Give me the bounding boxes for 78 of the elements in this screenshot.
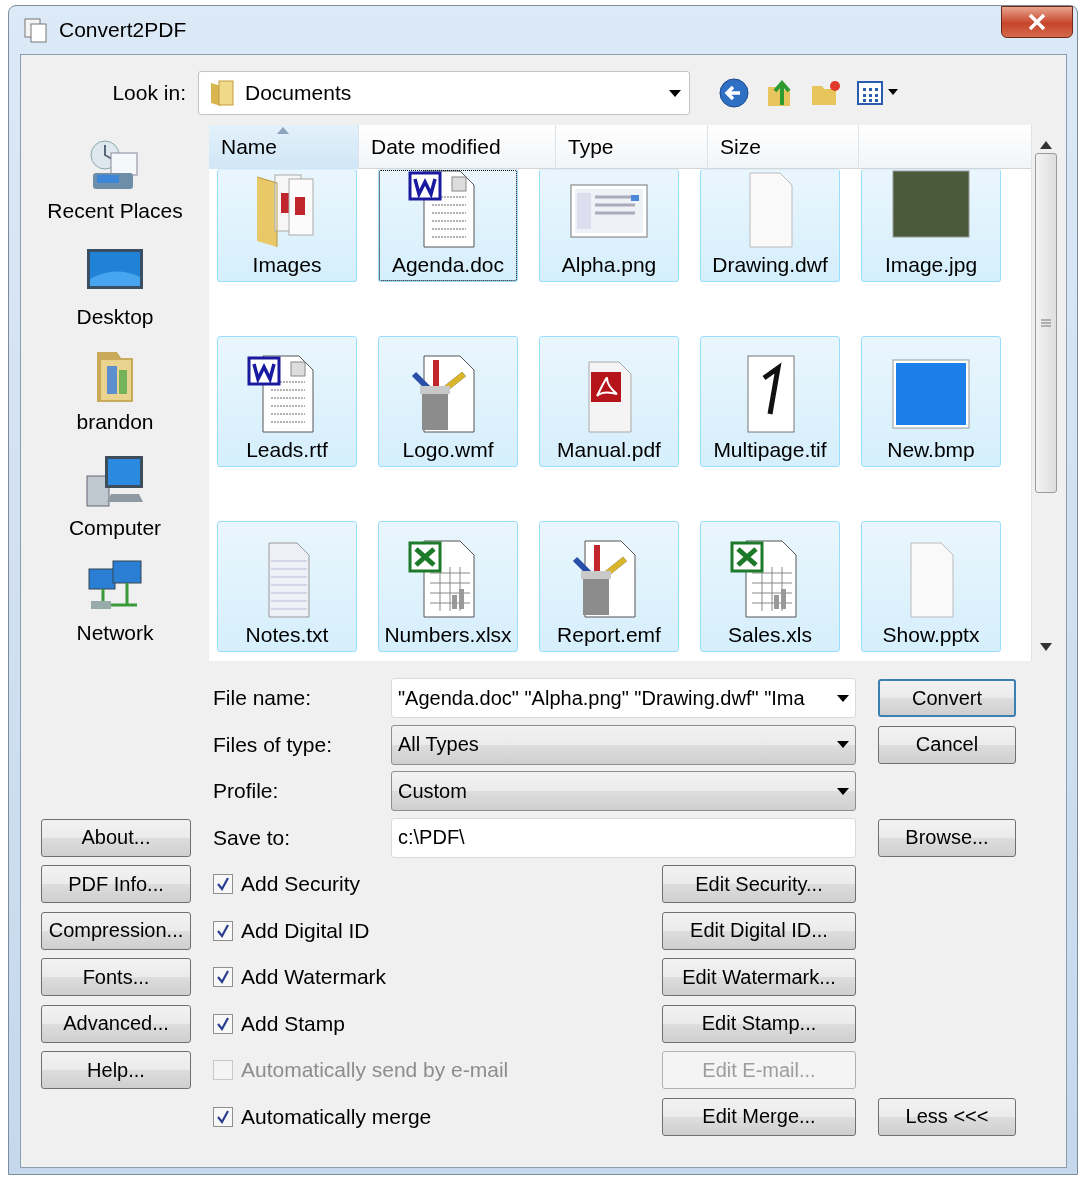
file-tile[interactable]: Alpha.png	[539, 169, 679, 282]
text-field[interactable]: c:\PDF\	[391, 817, 856, 858]
field-label: File name:	[213, 686, 313, 711]
file-tile[interactable]: Logo.wmf	[378, 336, 518, 467]
file-tile[interactable]: Multipage.tif	[700, 336, 840, 467]
checkbox[interactable]	[213, 920, 233, 941]
dropdown-field[interactable]: Custom	[391, 771, 856, 812]
side-button[interactable]: Advanced...	[41, 1004, 191, 1043]
checkbox[interactable]	[213, 874, 233, 895]
scroll-up-arrow-icon	[1039, 141, 1052, 149]
checkbox-label: Automatically merge	[241, 1104, 433, 1129]
check-icon	[216, 970, 230, 985]
check-icon	[216, 877, 230, 892]
place-shortcut[interactable]: Desktop	[72, 238, 158, 345]
dropdown-field[interactable]: All Types	[391, 724, 856, 765]
checkbox-label: Automatically send by e-mail	[241, 1058, 510, 1083]
combo-field[interactable]: "Agenda.doc" "Alpha.png" "Drawing.dwf" "Ima	[391, 678, 856, 719]
file-tile[interactable]: Manual.pdf	[539, 336, 679, 467]
dropdown-arrow-icon	[669, 89, 681, 97]
dropdown-arrow-icon	[837, 694, 849, 702]
edit-button[interactable]: Edit Security...	[662, 865, 856, 904]
dialog-button[interactable]: Less <<<	[878, 1097, 1016, 1136]
field-label: Profile:	[213, 779, 280, 804]
checkbox[interactable]	[213, 1106, 233, 1127]
checkbox-label: Add Security	[241, 872, 362, 897]
new-folder-icon	[810, 78, 842, 108]
dialog-button[interactable]: Convert	[878, 679, 1016, 718]
file-tile[interactable]: Numbers.xlsx	[378, 521, 518, 652]
column-header[interactable]: Name	[209, 125, 359, 169]
checkbox[interactable]	[213, 967, 233, 988]
check-icon	[216, 923, 230, 938]
file-tile[interactable]: Image.jpg	[861, 169, 1001, 282]
place-shortcut[interactable]: Recent Places	[43, 133, 187, 239]
place-shortcut[interactable]: Computer	[64, 449, 166, 556]
side-button[interactable]: PDF Info...	[41, 865, 191, 904]
file-tile[interactable]: Leads.rtf	[217, 336, 357, 467]
side-button[interactable]: About...	[41, 818, 191, 857]
check-icon	[216, 1016, 230, 1031]
back-button[interactable]	[716, 75, 752, 111]
field-label: Files of type:	[213, 732, 334, 757]
file-tile[interactable]: Drawing.dwf	[700, 169, 840, 282]
documents-app-icon	[23, 17, 49, 43]
field-label: Save to:	[213, 825, 292, 850]
checkbox-label: Add Watermark	[241, 965, 388, 990]
file-tile[interactable]: Show.pptx	[861, 521, 1001, 652]
file-tile[interactable]: Sales.xls	[700, 521, 840, 652]
file-tile[interactable]: New.bmp	[861, 336, 1001, 467]
file-tile[interactable]: Report.emf	[539, 521, 679, 652]
checkbox-label: Add Digital ID	[241, 918, 371, 943]
side-button[interactable]: Fonts...	[41, 958, 191, 997]
edit-button[interactable]: Edit Digital ID...	[662, 911, 856, 950]
close-icon	[1028, 14, 1046, 30]
edit-button[interactable]: Edit Merge...	[662, 1097, 856, 1136]
edit-button[interactable]: Edit Stamp...	[662, 1004, 856, 1043]
side-button[interactable]: Compression...	[41, 911, 191, 950]
window-title: Convert2PDF	[59, 18, 188, 42]
place-shortcut[interactable]: Network	[72, 555, 158, 661]
checkbox[interactable]	[213, 1013, 233, 1034]
look-in-dropdown[interactable]: Documents	[198, 71, 690, 115]
dropdown-arrow-icon	[837, 741, 849, 749]
file-tile[interactable]: Images	[217, 169, 357, 282]
check-icon	[216, 1109, 230, 1124]
folder-icon	[209, 79, 235, 107]
side-button[interactable]: Help...	[41, 1051, 191, 1090]
file-tile[interactable]: Notes.txt	[217, 521, 357, 652]
close-button[interactable]	[1001, 6, 1073, 38]
place-shortcut[interactable]: brandon	[72, 344, 158, 450]
grip-icon	[1040, 318, 1051, 328]
dropdown-arrow-icon	[837, 787, 849, 795]
dialog-button[interactable]: Browse...	[878, 818, 1016, 857]
look-in-label: Look in:	[111, 81, 187, 105]
file-tile[interactable]: Agenda.doc	[378, 169, 518, 282]
sort-arrow-icon	[277, 127, 289, 134]
edit-button[interactable]: Edit Watermark...	[662, 958, 856, 997]
dialog-button[interactable]: Cancel	[878, 725, 1016, 764]
scroll-down-arrow-icon	[1039, 643, 1052, 651]
scrollbar-thumb[interactable]	[1034, 153, 1057, 493]
checkbox-label: Add Stamp	[241, 1011, 346, 1036]
